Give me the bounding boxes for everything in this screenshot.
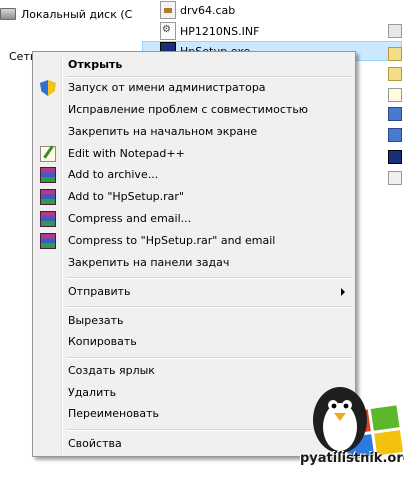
menu-item-label: Переименовать	[68, 407, 160, 420]
drive-icon	[0, 8, 16, 20]
menu-separator	[66, 306, 352, 308]
menu-item-cut[interactable]: Вырезать	[35, 310, 353, 332]
settings-file-icon	[388, 47, 402, 61]
menu-item-label: Отправить	[68, 285, 131, 298]
menu-item-label: Свойства	[68, 437, 122, 450]
menu-item-label: Edit with Notepad++	[68, 147, 185, 160]
menu-item-pin-to-taskbar[interactable]: Закрепить на панели задач	[35, 252, 353, 274]
nav-item-network[interactable]: Сеть	[0, 46, 36, 66]
nav-item-local-disk[interactable]: Локальный диск (C	[0, 4, 132, 24]
menu-item-label: Compress to "HpSetup.rar" and email	[68, 234, 276, 247]
submenu-arrow-icon	[341, 288, 345, 296]
menu-separator	[66, 357, 352, 359]
menu-item-add-to-archive[interactable]: Add to archive...	[35, 164, 353, 186]
menu-item-label: Создать ярлык	[68, 364, 155, 377]
hp-file-icon	[388, 150, 402, 164]
winrar-icon	[40, 211, 56, 227]
file-icon	[388, 24, 402, 38]
winrar-icon	[40, 189, 56, 205]
menu-item-label: Вырезать	[68, 314, 124, 327]
winrar-icon	[40, 167, 56, 183]
menu-item-edit-notepad[interactable]: Edit with Notepad++	[35, 143, 353, 165]
notepad-plus-plus-icon	[40, 146, 56, 162]
inf-file-icon	[160, 22, 176, 40]
cab-file-icon	[160, 1, 176, 19]
dll-file-icon	[388, 107, 402, 121]
menu-item-label: Удалить	[68, 386, 117, 399]
uac-shield-icon	[40, 80, 56, 96]
menu-item-pin-to-start[interactable]: Закрепить на начальном экране	[35, 121, 353, 143]
menu-item-open[interactable]: Открыть	[35, 54, 353, 76]
menu-item-compress-rar-email[interactable]: Compress to "HpSetup.rar" and email	[35, 230, 353, 252]
text-file-icon	[388, 88, 402, 102]
menu-separator	[66, 277, 352, 279]
menu-item-label: Запуск от имени администратора	[68, 81, 266, 94]
menu-item-label: Add to archive...	[68, 168, 159, 181]
right-column-icons	[388, 0, 404, 200]
winrar-icon	[40, 233, 56, 249]
network-icon	[0, 51, 4, 61]
menu-item-compress-email[interactable]: Compress and email...	[35, 208, 353, 230]
menu-item-label: Закрепить на начальном экране	[68, 125, 258, 138]
watermark-logo: pyatilistnik.org	[300, 375, 404, 478]
menu-item-label: Копировать	[68, 335, 137, 348]
menu-item-run-as-admin[interactable]: Запуск от имени администратора	[35, 77, 353, 99]
file-name: drv64.cab	[180, 3, 236, 17]
menu-item-label: Открыть	[68, 58, 123, 71]
menu-item-label: Compress and email...	[68, 212, 192, 225]
file-icon	[388, 171, 402, 185]
menu-item-troubleshoot-compatibility[interactable]: Исправление проблем с совместимостью	[35, 99, 353, 121]
menu-item-label: Add to "HpSetup.rar"	[68, 190, 185, 203]
watermark-text: pyatilistnik.org	[300, 451, 404, 466]
file-row[interactable]: drv64.cab	[160, 0, 235, 20]
menu-item-send-to[interactable]: Отправить	[35, 281, 353, 303]
file-row[interactable]: HP1210NS.INF	[160, 21, 259, 41]
file-name: HP1210NS.INF	[180, 24, 260, 38]
nav-item-label: Локальный диск (C	[21, 7, 133, 21]
menu-item-add-to-rar[interactable]: Add to "HpSetup.rar"	[35, 186, 353, 208]
dll-file-icon	[388, 128, 402, 142]
menu-item-label: Исправление проблем с совместимостью	[68, 103, 309, 116]
menu-item-label: Закрепить на панели задач	[68, 256, 230, 269]
menu-item-copy[interactable]: Копировать	[35, 331, 353, 353]
settings-file-icon	[388, 67, 402, 81]
